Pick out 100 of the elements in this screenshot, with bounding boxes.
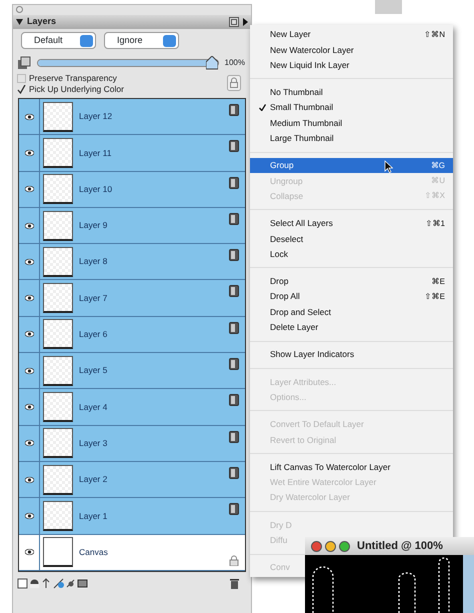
layer-row[interactable]: Layer 9 [19,208,245,244]
menu-item[interactable]: Drop and Select [250,304,331,320]
window-control-button[interactable] [339,540,350,552]
menu-item[interactable]: Drop All ⇧⌘E [250,289,453,304]
eye-icon[interactable] [24,150,34,156]
layer-row[interactable]: Layer 2 [19,462,245,498]
eye-icon[interactable] [24,331,34,338]
eye-icon[interactable] [24,368,34,374]
tool-icon[interactable] [53,578,64,589]
trash-icon[interactable] [230,578,239,589]
layer-row[interactable]: Layer 4 [19,389,245,426]
menu-arrow-icon[interactable] [243,18,248,26]
layer-name: Layer 5 [79,364,108,378]
layer-name: Layer 11 [79,146,112,160]
layer-thumbnail [43,319,73,350]
tool-icon[interactable] [77,578,88,589]
eye-icon[interactable] [24,222,34,229]
layer-name: Canvas [79,546,109,559]
eye-icon[interactable] [24,295,34,302]
layer-row[interactable]: Layer 11 [19,135,245,172]
shortcut-text: ⇧⌘E [424,290,445,303]
menu-item[interactable]: New Liquid Ink Layer [250,58,350,73]
layer-thumbnail [43,283,73,314]
menu-item[interactable]: Small Thumbnail [250,100,334,116]
menu-item[interactable]: Group ⌘G [250,158,453,174]
menu-item[interactable]: New Layer ⇧⌘N [250,27,453,42]
eye-icon[interactable] [24,186,34,192]
eye-icon[interactable] [24,440,34,446]
layer-name: Layer 2 [79,473,108,486]
eye-icon[interactable] [24,512,34,519]
tool-icon[interactable] [65,578,76,589]
layer-indicator-icon [229,322,239,334]
menu-item[interactable]: Select All Layers ⇧⌘1 [250,216,453,232]
menu-item[interactable]: Large Thumbnail [250,130,334,146]
menu-item[interactable]: Delete Layer [250,320,318,336]
collapse-triangle-icon[interactable] [16,19,23,25]
menu-item[interactable]: New Watercolor Layer [250,42,354,58]
layer-name: Layer 4 [79,400,108,414]
shortcut-text: ⌘U [431,175,445,188]
layer-name: Layer 7 [79,292,108,304]
cursor-icon [384,160,393,173]
layer-name: Layer 1 [79,510,108,522]
opacity-reading: 100% [224,57,245,69]
checkbox[interactable] [17,74,26,83]
eye-icon[interactable] [24,549,34,556]
tool-icon[interactable] [29,578,40,589]
document-title: Untitled @ 100% [357,538,443,554]
dropdown[interactable]: Ignore [104,32,179,49]
checkbox[interactable] [17,85,26,94]
layer-row[interactable]: Layer 3 [19,426,245,462]
layer-row[interactable]: Layer 6 [19,316,245,354]
eye-icon[interactable] [24,114,34,120]
layer-row[interactable]: Layer 12 [19,99,245,136]
layer-thumbnail [43,428,73,458]
tool-icon[interactable] [17,578,28,589]
layer-row[interactable]: Layer 10 [19,172,245,208]
layer-row[interactable]: Layer 8 [19,244,245,280]
layer-indicator-icon [229,140,239,152]
layer-thumbnail [43,464,73,495]
dropdown[interactable]: Default [21,32,96,49]
panel-options-icon[interactable] [229,17,239,27]
eye-icon[interactable] [24,258,34,265]
layer-indicator-icon [229,104,239,116]
layer-row[interactable]: Canvas [19,534,245,571]
menu-item[interactable]: Medium Thumbnail [250,115,342,131]
shortcut-text: ⇧⌘1 [426,218,445,230]
shortcut-text: ⇧⌘X [424,190,445,202]
panel-title: Layers [27,15,56,28]
layer-thumbnail [43,138,73,168]
menu-item[interactable]: Lock [250,246,288,262]
checkbox-label: Pick Up Underlying Color [29,83,124,96]
opacity-slider[interactable] [37,59,219,67]
menu-item[interactable]: Deselect [250,231,304,247]
layer-name: Layer 8 [79,255,108,268]
eye-icon[interactable] [24,404,34,410]
layer-indicator-icon [229,394,239,406]
layer-indicator-icon [229,176,239,189]
layer-indicator-icon [229,503,239,516]
tool-icon[interactable] [41,578,52,589]
layer-stack-icon [17,56,31,70]
menu-item[interactable]: Show Layer Indicators [250,347,354,362]
menu-item[interactable]: No Thumbnail [250,84,323,100]
layer-row[interactable]: Layer 5 [19,353,245,390]
layer-row[interactable]: Layer 7 [19,280,245,317]
layer-thumbnail [43,500,73,531]
close-icon[interactable] [16,6,23,13]
menu-item[interactable]: Drop ⌘E [250,274,453,290]
slider-thumb[interactable] [206,56,218,70]
menu-item[interactable]: Lift Canvas To Watercolor Layer [250,460,390,475]
layer-indicator-icon [229,249,239,262]
layer-thumbnail [43,537,73,568]
layer-indicator-icon [229,430,239,443]
window-control-button[interactable] [325,540,336,552]
eye-icon[interactable] [24,476,34,483]
lock-icon[interactable] [227,75,241,91]
layer-name: Layer 12 [79,110,114,124]
window-control-button[interactable] [311,540,322,552]
layer-row[interactable]: Layer 1 [19,498,245,535]
layer-thumbnail [43,174,73,204]
layer-thumbnail [43,210,73,241]
